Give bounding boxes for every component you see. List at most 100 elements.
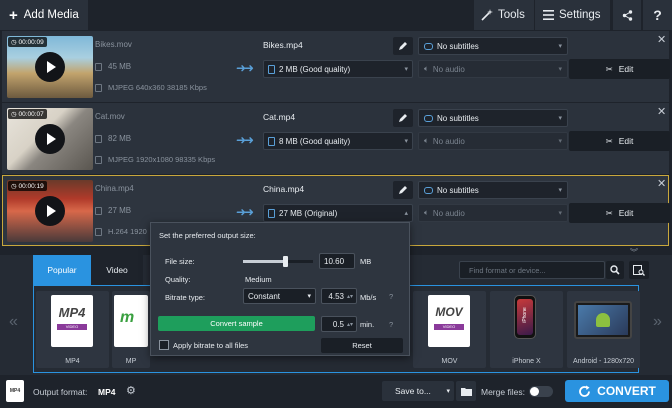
video-thumbnail[interactable]: ◷ 00:00:09 bbox=[7, 36, 93, 98]
quality-dropdown[interactable]: 2 MB (Good quality) ▾ bbox=[263, 60, 413, 78]
sample-length-input[interactable]: 0.5 ▴▾ bbox=[321, 316, 357, 332]
output-format-icon[interactable]: MP4 bbox=[6, 380, 24, 402]
share-button[interactable] bbox=[613, 0, 641, 30]
format-label: MP4 bbox=[65, 358, 80, 365]
format-search-input[interactable]: Find format or device... bbox=[459, 261, 605, 279]
convert-label: CONVERT bbox=[597, 384, 656, 398]
chevron-right-icon[interactable]: » bbox=[653, 313, 662, 331]
apply-all-checkbox[interactable] bbox=[159, 340, 169, 350]
file-size-input[interactable]: 10.60 bbox=[319, 253, 355, 269]
remove-file-button[interactable]: ✕ bbox=[657, 33, 666, 46]
search-button[interactable] bbox=[606, 261, 624, 279]
file-row[interactable]: ◷ 00:00:07 Cat.mov 82 MB MJPEG 1920x1080… bbox=[2, 103, 670, 174]
settings-label: Settings bbox=[559, 9, 601, 21]
detect-device-button[interactable] bbox=[629, 261, 649, 279]
convert-button[interactable]: CONVERT bbox=[565, 380, 669, 402]
convert-arrow-icon: ➜➜ bbox=[236, 205, 254, 219]
chevron-down-icon: ▾ bbox=[307, 293, 311, 300]
settings-button[interactable]: Settings bbox=[535, 0, 610, 30]
tools-button[interactable]: Tools bbox=[474, 0, 534, 30]
source-file-name: Bikes.mov bbox=[95, 40, 132, 49]
rename-button[interactable] bbox=[393, 181, 413, 199]
slider-thumb[interactable] bbox=[282, 256, 288, 267]
save-to-dropdown[interactable]: Save to... ▾ bbox=[382, 381, 454, 401]
quality-value: 8 MB (Good quality) bbox=[279, 136, 351, 146]
chevron-down-icon: ▾ bbox=[446, 388, 450, 395]
open-folder-button[interactable] bbox=[456, 381, 476, 401]
audio-dropdown[interactable]: 🔈︎ No audio ▾ bbox=[418, 60, 568, 78]
format-badge: MOV bbox=[435, 305, 463, 319]
file-row[interactable]: ◷ 00:00:09 Bikes.mov 45 MB MJPEG 640x360… bbox=[2, 31, 670, 102]
device-search-icon bbox=[633, 264, 645, 276]
timecode-value: 00:00:09 bbox=[18, 39, 44, 46]
edit-button[interactable]: ✂ Edit bbox=[569, 59, 670, 79]
bitrate-input[interactable]: 4.53 ▴▾ bbox=[321, 288, 357, 304]
speech-bubble-icon bbox=[424, 42, 433, 50]
add-media-button[interactable]: + Add Media bbox=[0, 0, 88, 30]
bitrate-unit: Mb/s bbox=[360, 293, 377, 302]
subtitles-dropdown[interactable]: No subtitles ▾ bbox=[418, 37, 568, 55]
gear-icon[interactable]: ⚙ bbox=[126, 384, 136, 397]
file-size-slider[interactable] bbox=[243, 256, 313, 267]
audio-dropdown[interactable]: 🔈︎ No audio ▾ bbox=[418, 204, 568, 222]
play-button[interactable] bbox=[35, 52, 65, 82]
convert-sample-button[interactable]: Convert sample bbox=[158, 316, 315, 331]
stepper-icon[interactable]: ▴▾ bbox=[347, 293, 353, 300]
subtitles-dropdown[interactable]: No subtitles ▾ bbox=[418, 109, 568, 127]
search-icon bbox=[610, 265, 620, 275]
format-item-mp4[interactable]: MP4 VIDEO MP4 bbox=[36, 291, 109, 368]
output-file-name[interactable]: Bikes.mp4 bbox=[263, 40, 303, 50]
remove-file-button[interactable]: ✕ bbox=[657, 105, 666, 118]
bitrate-type-dropdown[interactable]: Constant ▾ bbox=[243, 288, 316, 304]
subtitles-dropdown[interactable]: No subtitles ▾ bbox=[418, 181, 568, 199]
source-file-info: MJPEG 640x360 38185 Kbps bbox=[95, 83, 207, 92]
bitrate-help-icon[interactable]: ? bbox=[389, 292, 393, 301]
merge-files-toggle[interactable] bbox=[529, 386, 553, 397]
output-file-name[interactable]: China.mp4 bbox=[263, 184, 304, 194]
chevron-left-icon[interactable]: « bbox=[9, 313, 18, 331]
output-file-name[interactable]: Cat.mp4 bbox=[263, 112, 295, 122]
sample-help-icon[interactable]: ? bbox=[389, 320, 393, 329]
save-to-label: Save to... bbox=[395, 386, 431, 396]
help-button[interactable]: ? bbox=[643, 0, 672, 30]
chevron-up-icon: ▴ bbox=[404, 210, 408, 217]
tab-video[interactable]: Video bbox=[91, 255, 143, 285]
format-item-mp[interactable]: m MP bbox=[112, 291, 150, 368]
quality-dropdown[interactable]: 8 MB (Good quality) ▾ bbox=[263, 132, 413, 150]
stepper-icon[interactable]: ▴▾ bbox=[347, 321, 353, 328]
rename-button[interactable] bbox=[393, 37, 413, 55]
reset-button[interactable]: Reset bbox=[321, 338, 403, 353]
file-size-value: 27 MB bbox=[108, 206, 132, 215]
source-file-name: Cat.mov bbox=[95, 112, 125, 121]
format-item-mov[interactable]: MOV VIDEO MOV bbox=[413, 291, 486, 368]
audio-dropdown[interactable]: 🔈︎ No audio ▾ bbox=[418, 132, 568, 150]
close-icon: ✕ bbox=[657, 34, 667, 46]
format-item-iphone-x[interactable]: iPhone iPhone X bbox=[490, 291, 563, 368]
remove-file-button[interactable]: ✕ bbox=[657, 177, 666, 190]
plus-icon: + bbox=[9, 6, 18, 24]
document-icon bbox=[268, 208, 275, 218]
tools-label: Tools bbox=[498, 9, 525, 21]
edit-button[interactable]: ✂ Edit bbox=[569, 131, 670, 151]
video-thumbnail[interactable]: ◷ 00:00:07 bbox=[7, 108, 93, 170]
sample-value: 0.5 bbox=[332, 319, 344, 329]
film-icon bbox=[95, 227, 102, 236]
video-thumbnail[interactable]: ◷ 00:00:19 bbox=[7, 180, 93, 242]
mov-icon: MOV VIDEO bbox=[428, 295, 470, 347]
format-ribbon: VIDEO bbox=[57, 324, 87, 330]
timecode-value: 00:00:19 bbox=[18, 183, 44, 190]
play-button[interactable] bbox=[35, 124, 65, 154]
menu-icon bbox=[543, 10, 554, 20]
edit-button[interactable]: ✂ Edit bbox=[569, 203, 670, 223]
bitrate-type-label: Bitrate type: bbox=[165, 293, 206, 302]
tab-popular[interactable]: Popular bbox=[33, 255, 91, 285]
rename-button[interactable] bbox=[393, 109, 413, 127]
convert-arrow-icon: ➜➜ bbox=[236, 133, 254, 147]
quality-dropdown[interactable]: 27 MB (Original) ▴ bbox=[263, 204, 413, 222]
timecode: ◷ 00:00:19 bbox=[8, 181, 47, 191]
format-item-android[interactable]: Android - 1280x720 bbox=[567, 291, 640, 368]
format-label: MOV bbox=[441, 358, 458, 365]
output-format-value[interactable]: MP4 bbox=[98, 387, 115, 397]
file-size-value: 82 MB bbox=[108, 134, 132, 143]
play-button[interactable] bbox=[35, 196, 65, 226]
